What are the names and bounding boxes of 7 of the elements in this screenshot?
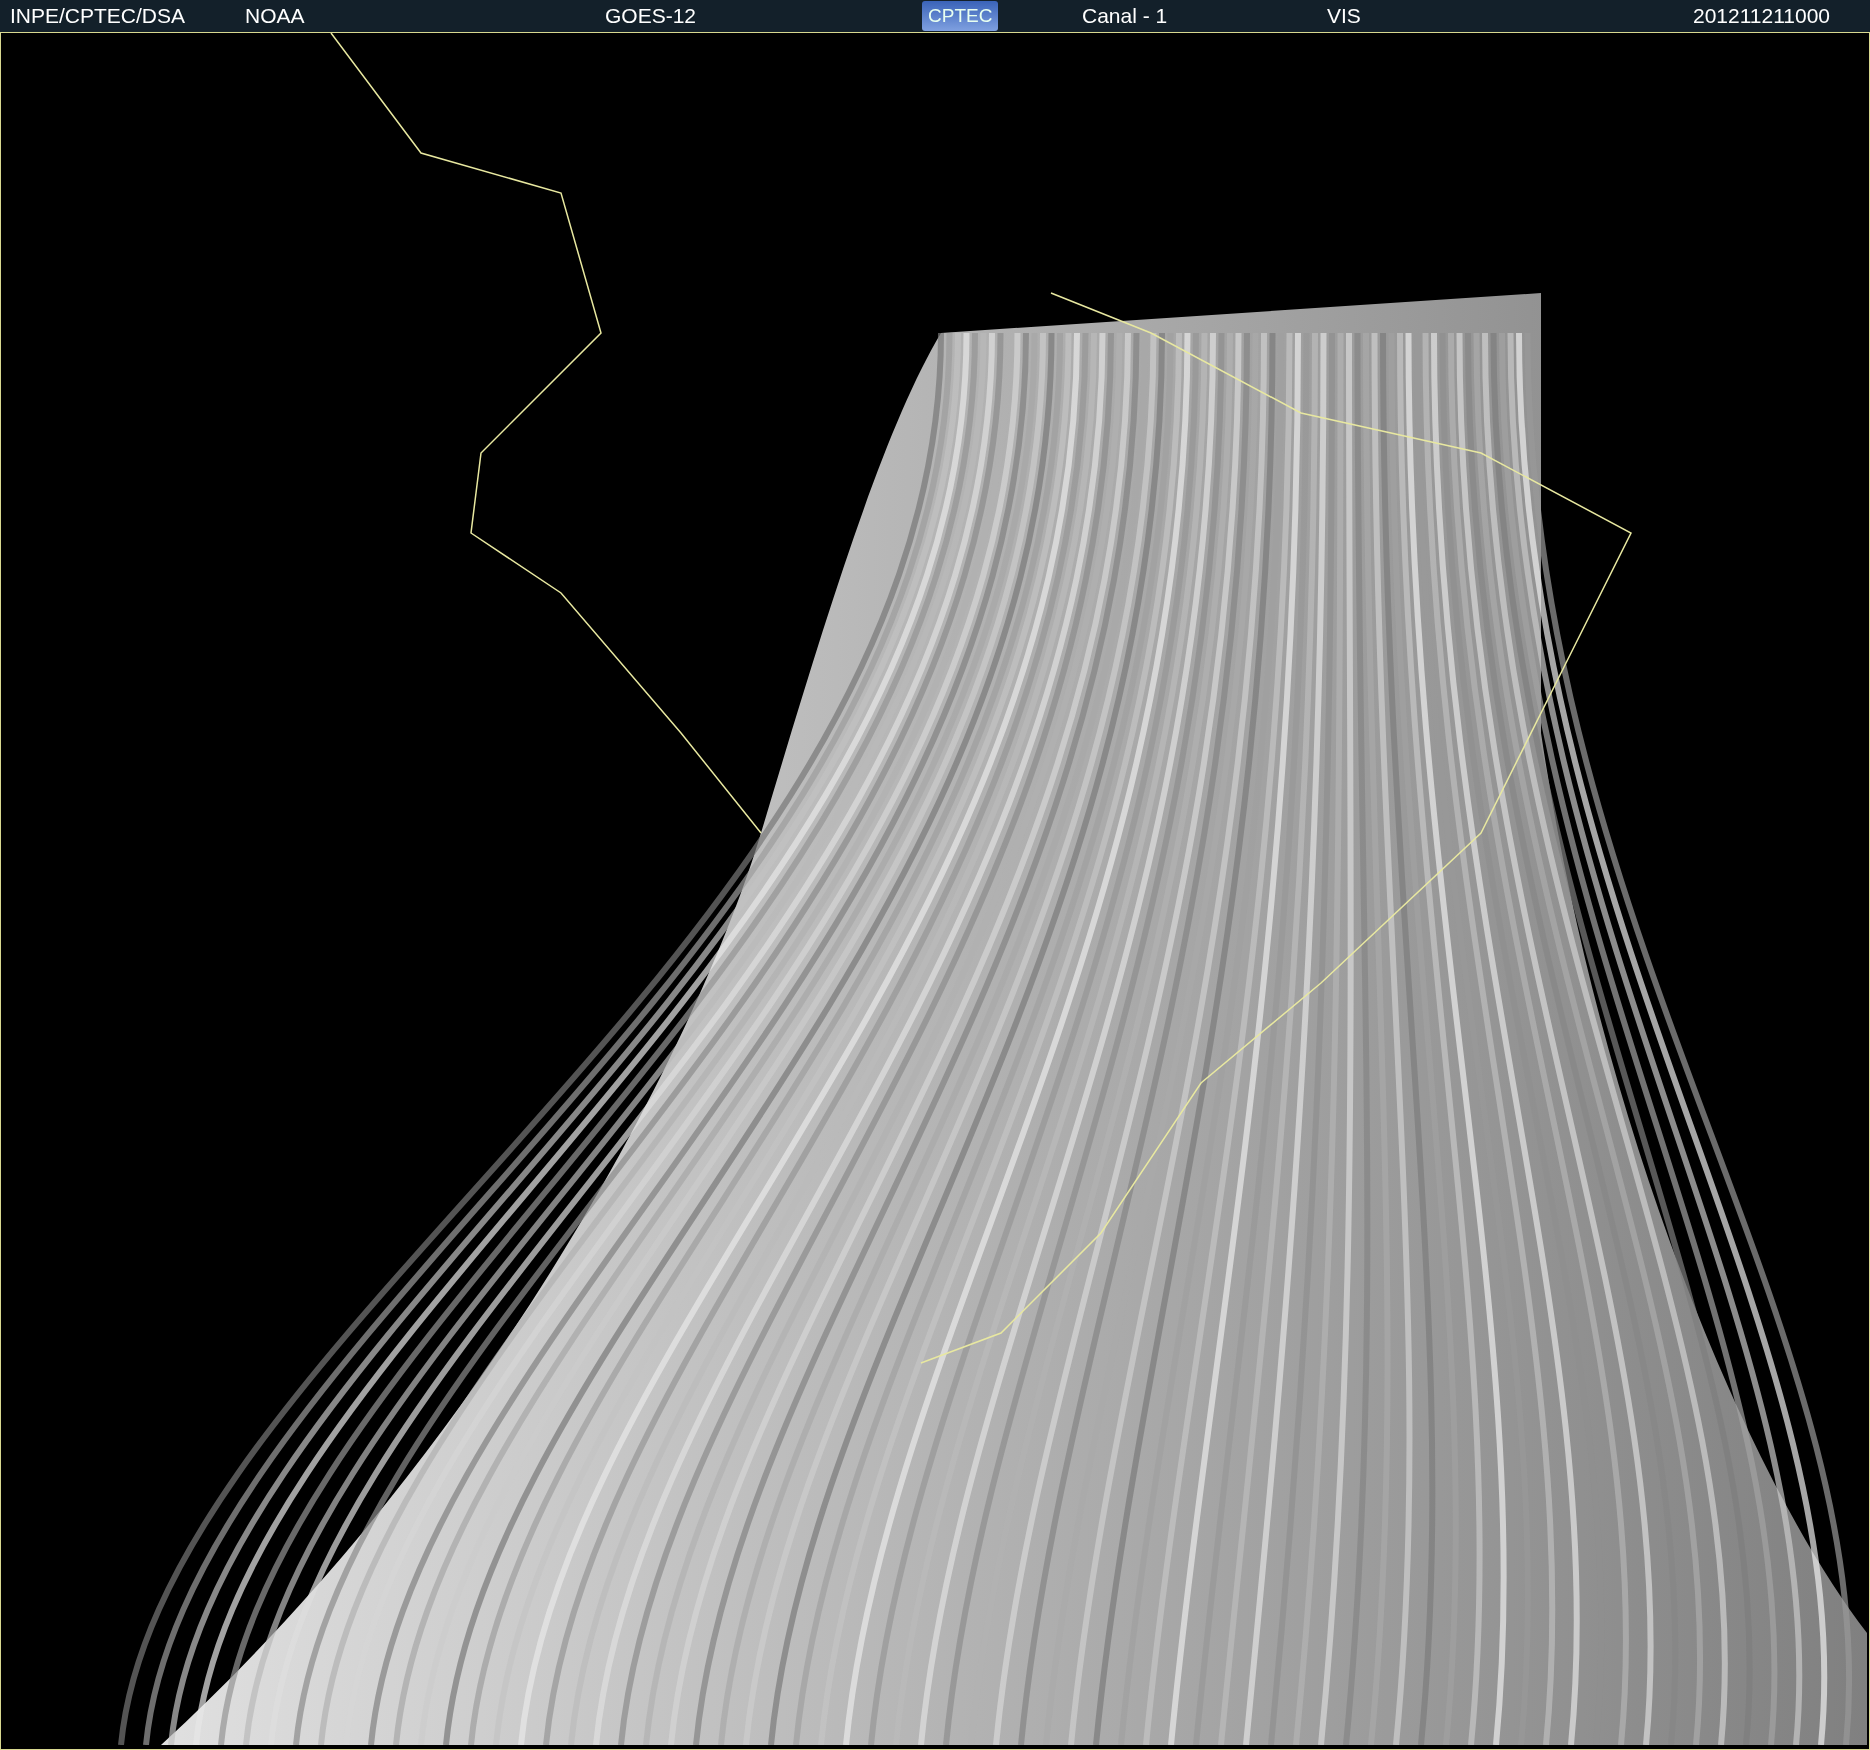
channel-label: Canal - 1: [1082, 4, 1169, 28]
logo: CPTEC: [922, 1, 999, 31]
timestamp-label: 201211211000: [1692, 4, 1830, 28]
satellite-label: GOES-12: [605, 4, 698, 28]
band-label: VIS: [1327, 4, 1362, 28]
agency-label: NOAA: [245, 4, 306, 28]
agency-label: INPE/CPTEC/DSA: [10, 4, 187, 28]
